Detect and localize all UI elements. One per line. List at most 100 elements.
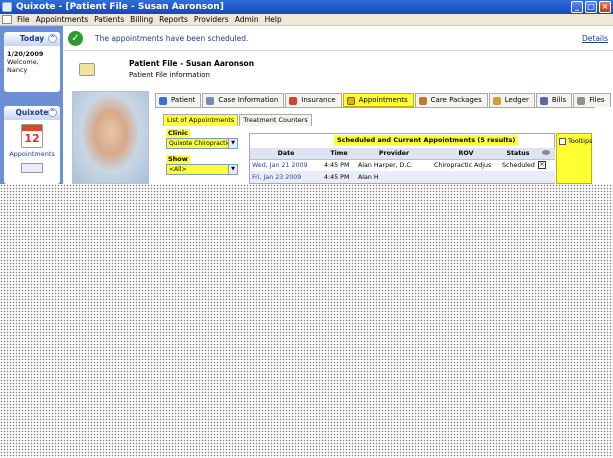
show-value: <All> xyxy=(169,166,187,173)
page-subtitle: Patient File information xyxy=(129,71,210,79)
package-icon xyxy=(418,97,427,105)
menu-admin[interactable]: Admin xyxy=(232,15,262,24)
quixote-header[interactable]: Quixote ^ xyxy=(4,106,60,120)
row-rov: Chiropractic Adjus xyxy=(432,159,500,171)
tab-files[interactable]: Files xyxy=(573,93,611,107)
person-icon xyxy=(159,97,167,105)
table-row[interactable]: Fri, Jan 23 2009 4:45 PM Alan H xyxy=(250,171,555,183)
menu-help[interactable]: Help xyxy=(262,15,285,24)
welcome-text: Welcome, xyxy=(7,58,39,66)
sidebar: Today ^ 1/20/2009 Welcome, Nancy Quixote… xyxy=(0,26,63,184)
delete-icon[interactable]: × xyxy=(538,161,546,170)
eye-icon xyxy=(541,149,550,155)
subtab-treatment-counters[interactable]: Treatment Counters xyxy=(239,114,312,126)
col-date[interactable]: Date xyxy=(250,148,322,160)
app-icon xyxy=(2,2,12,12)
quixote-panel: Quixote ^ 12 Appointments xyxy=(4,106,60,184)
tooltips-label: Tooltips xyxy=(568,137,593,145)
table-row[interactable]: Wed, Jan 21 2009 4:45 PM Alan Harper, D.… xyxy=(250,159,555,171)
document-icon[interactable] xyxy=(2,15,12,24)
calendar-icon xyxy=(346,97,355,105)
row-action: × xyxy=(536,159,555,171)
col-provider[interactable]: Provider xyxy=(356,148,432,160)
chevron-down-icon[interactable]: ▼ xyxy=(228,165,237,174)
clinic-value: Quixote Chiropractic xyxy=(169,140,231,147)
row-date[interactable]: Fri, Jan 23 2009 xyxy=(250,171,322,183)
calendar-icon: 12 xyxy=(21,124,43,148)
user-name: Nancy xyxy=(7,66,28,74)
files-icon xyxy=(577,97,586,105)
appointments-shortcut-label: Appointments xyxy=(9,150,55,158)
row-status: Scheduled xyxy=(500,159,536,171)
menu-bar: File Appointments Patients Billing Repor… xyxy=(0,14,613,26)
status-banner: ✓ The appointments have been scheduled. … xyxy=(63,26,613,51)
tooltips-checkbox[interactable] xyxy=(559,138,566,145)
tooltips-toggle[interactable]: Tooltips xyxy=(556,133,593,184)
today-header-label: Today xyxy=(19,34,45,43)
maximize-button[interactable]: □ xyxy=(585,1,597,13)
ledger-icon xyxy=(492,97,501,105)
col-status[interactable]: Status xyxy=(500,148,536,160)
today-date: 1/20/2009 xyxy=(7,50,44,58)
today-panel: Today ^ 1/20/2009 Welcome, Nancy xyxy=(4,32,60,92)
bills-icon xyxy=(539,97,548,105)
tab-label: Insurance xyxy=(301,96,336,104)
col-time[interactable]: Time xyxy=(322,148,356,160)
menu-appointments[interactable]: Appointments xyxy=(33,15,92,24)
check-icon: ✓ xyxy=(68,31,83,46)
tab-label: Files xyxy=(589,96,605,104)
row-provider: Alan H xyxy=(356,171,432,183)
tab-patient[interactable]: Patient xyxy=(155,93,202,107)
show-select[interactable]: <All> ▼ xyxy=(166,164,238,175)
tab-label: Patient xyxy=(171,96,196,104)
row-rov xyxy=(432,171,500,183)
tab-label: Care Packages xyxy=(430,96,482,104)
tab-care-packages[interactable]: Care Packages xyxy=(414,93,488,107)
menu-reports[interactable]: Reports xyxy=(156,15,191,24)
col-actions xyxy=(536,148,555,160)
clinic-label: Clinic xyxy=(166,129,190,137)
status-message: The appointments have been scheduled. xyxy=(95,34,249,43)
row-time: 4:45 PM xyxy=(322,159,356,171)
tab-bills[interactable]: Bills xyxy=(535,93,573,107)
appointments-table: Date Time Provider ROV Status Wed, Jan 2… xyxy=(250,148,555,183)
col-rov[interactable]: ROV xyxy=(432,148,500,160)
appointments-title: Scheduled and Current Appointments (5 re… xyxy=(334,135,519,145)
folder-icon xyxy=(206,97,215,105)
menu-file[interactable]: File xyxy=(14,15,33,24)
row-status xyxy=(500,171,536,183)
tab-label: Ledger xyxy=(504,96,529,104)
menu-patients[interactable]: Patients xyxy=(91,15,127,24)
collapse-icon[interactable]: ^ xyxy=(48,108,57,117)
subtab-list-of-appointments[interactable]: List of Appointments xyxy=(163,114,239,126)
collapse-icon[interactable]: ^ xyxy=(48,34,57,43)
patient-card-icon[interactable] xyxy=(21,163,43,173)
close-button[interactable]: × xyxy=(599,1,611,13)
minimize-button[interactable]: _ xyxy=(571,1,583,13)
tab-case-information[interactable]: Case Information xyxy=(202,93,285,107)
show-label: Show xyxy=(166,155,190,163)
obscured-region xyxy=(0,184,613,458)
tab-insurance[interactable]: Insurance xyxy=(285,93,342,107)
today-header[interactable]: Today ^ xyxy=(4,32,60,46)
row-date[interactable]: Wed, Jan 21 2009 xyxy=(250,159,322,171)
details-link[interactable]: Details xyxy=(582,34,608,43)
quixote-header-label: Quixote xyxy=(15,108,49,117)
menu-providers[interactable]: Providers xyxy=(191,15,232,24)
row-provider: Alan Harper, D.C. xyxy=(356,159,432,171)
tab-appointments[interactable]: Appointments xyxy=(342,93,414,107)
patient-card-icon xyxy=(79,63,95,76)
tab-label: Bills xyxy=(551,96,567,104)
page-title: Patient File - Susan Aaronson xyxy=(129,59,255,68)
menu-billing[interactable]: Billing xyxy=(127,15,156,24)
chevron-down-icon[interactable]: ▼ xyxy=(228,139,237,148)
tab-ledger[interactable]: Ledger xyxy=(488,93,535,107)
tab-label: Appointments xyxy=(358,96,408,104)
window-titlebar: Quixote - [Patient File - Susan Aaronson… xyxy=(0,0,613,14)
row-action xyxy=(536,171,555,183)
row-time: 4:45 PM xyxy=(322,171,356,183)
appointments-shortcut[interactable]: 12 Appointments xyxy=(4,120,60,173)
clinic-select[interactable]: Quixote Chiropractic ▼ xyxy=(166,138,238,149)
tab-label: Case Information xyxy=(218,96,279,104)
patient-photo xyxy=(72,91,149,184)
